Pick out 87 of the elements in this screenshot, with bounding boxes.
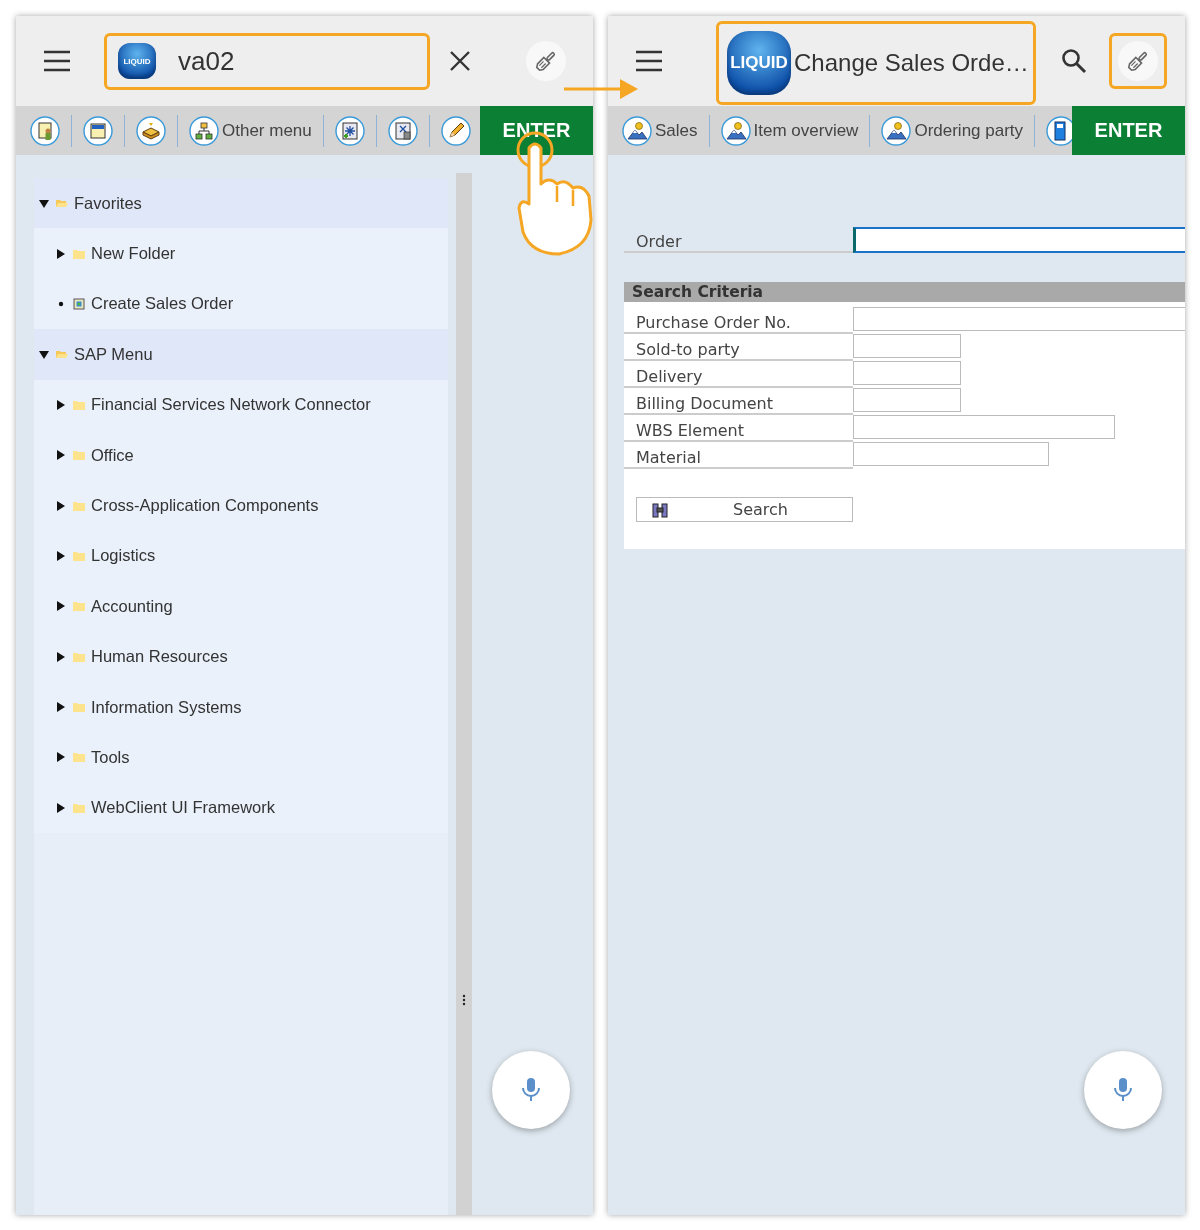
command-field[interactable]: LIQUID va02 xyxy=(104,32,430,90)
person-landscape-icon xyxy=(881,115,912,146)
brush-icon xyxy=(534,49,558,73)
app-logo: LIQUID xyxy=(727,31,791,95)
transaction-icon xyxy=(72,297,86,310)
tree-item[interactable]: Create Sales Order xyxy=(91,294,234,314)
tree-item[interactable]: Tools xyxy=(91,748,130,767)
tree-item[interactable]: New Folder xyxy=(91,244,176,264)
microphone-button[interactable] xyxy=(1084,1051,1162,1129)
package-icon[interactable] xyxy=(136,115,166,146)
pencil-icon[interactable] xyxy=(440,115,471,146)
menu-icon[interactable] xyxy=(42,49,72,73)
expand-triangle-icon[interactable] xyxy=(55,549,67,562)
collapse-triangle-icon[interactable] xyxy=(38,197,50,210)
field-label: Order xyxy=(624,227,853,253)
tree-item[interactable]: Information Systems xyxy=(91,697,242,717)
toolbar-button[interactable]: Ordering party xyxy=(881,115,1024,146)
microphone-button[interactable] xyxy=(492,1051,570,1129)
binoculars-icon xyxy=(651,500,669,519)
input-field[interactable] xyxy=(853,307,1185,331)
field-label: Material xyxy=(624,442,853,469)
microphone-icon xyxy=(519,1077,543,1103)
sparkle-document-icon[interactable] xyxy=(334,115,365,146)
input-field[interactable] xyxy=(853,442,1049,466)
expand-triangle-icon[interactable] xyxy=(55,600,67,613)
document-person-icon[interactable] xyxy=(30,115,60,146)
folder-icon xyxy=(72,247,86,260)
field-label: Billing Document xyxy=(624,388,853,415)
collapse-triangle-icon[interactable] xyxy=(38,348,50,361)
folder-icon xyxy=(55,348,69,361)
tree-item[interactable]: SAP Menu xyxy=(74,344,153,364)
paint-brush-button[interactable] xyxy=(1109,33,1167,89)
microphone-icon xyxy=(1111,1077,1135,1103)
toolbar-button[interactable]: Item overview xyxy=(720,115,859,146)
window-icon[interactable] xyxy=(83,115,113,146)
field-label: Delivery xyxy=(624,361,853,388)
toolbar-button[interactable]: Other menu xyxy=(189,115,312,146)
folder-icon xyxy=(72,701,86,714)
brush-icon xyxy=(1126,49,1150,73)
folder-icon xyxy=(72,398,86,411)
expand-triangle-icon[interactable] xyxy=(55,751,67,764)
folder-icon xyxy=(72,801,86,814)
order-input[interactable] xyxy=(853,227,1185,253)
expand-triangle-icon[interactable] xyxy=(55,650,67,663)
section-header: Search Criteria xyxy=(624,282,1185,302)
tree-item[interactable]: Office xyxy=(91,445,134,465)
folder-icon xyxy=(55,197,69,210)
folder-icon xyxy=(72,449,86,462)
input-field[interactable] xyxy=(853,334,961,358)
close-icon[interactable] xyxy=(449,50,471,72)
trash-document-icon[interactable] xyxy=(387,115,418,146)
input-field[interactable] xyxy=(853,361,961,385)
expand-triangle-icon[interactable] xyxy=(55,499,67,512)
drag-handle-icon[interactable] xyxy=(462,994,466,1006)
toolbar-button[interactable]: Sales xyxy=(622,115,698,146)
input-field[interactable] xyxy=(853,388,961,412)
folder-icon xyxy=(72,549,86,562)
tree-item[interactable]: Human Resources xyxy=(91,647,228,667)
person-landscape-icon xyxy=(720,115,751,146)
tree-item[interactable]: Favorites xyxy=(74,193,142,213)
tree-item[interactable]: Logistics xyxy=(91,546,156,566)
tree-item[interactable]: WebClient UI Framework xyxy=(91,798,275,818)
folder-icon xyxy=(72,650,86,663)
expand-triangle-icon[interactable] xyxy=(55,247,67,260)
input-field[interactable] xyxy=(853,415,1115,439)
screen-title: Change Sales Orde… xyxy=(794,49,1029,77)
app-logo: LIQUID xyxy=(118,43,156,79)
enter-button[interactable]: ENTER xyxy=(1072,106,1185,155)
expand-triangle-icon[interactable] xyxy=(55,449,67,462)
folder-icon xyxy=(72,751,86,764)
expand-triangle-icon[interactable] xyxy=(55,801,67,814)
expand-triangle-icon[interactable] xyxy=(55,398,67,411)
field-label: Purchase Order No. xyxy=(624,307,853,334)
search-icon[interactable] xyxy=(1060,47,1088,75)
person-landscape-icon xyxy=(622,115,652,146)
folder-icon xyxy=(72,499,86,512)
field-label: WBS Element xyxy=(624,415,853,442)
search-button[interactable]: Search xyxy=(636,497,853,522)
hierarchy-icon xyxy=(189,115,219,146)
expand-triangle-icon[interactable] xyxy=(55,701,67,714)
menu-icon[interactable] xyxy=(634,49,664,73)
enter-button[interactable]: ENTER xyxy=(480,106,593,155)
folder-icon xyxy=(72,600,86,613)
arrow-icon xyxy=(564,77,640,101)
field-label: Sold-to party xyxy=(624,334,853,361)
tree-item[interactable]: Accounting xyxy=(91,596,173,616)
scrollbar[interactable] xyxy=(456,173,472,1215)
